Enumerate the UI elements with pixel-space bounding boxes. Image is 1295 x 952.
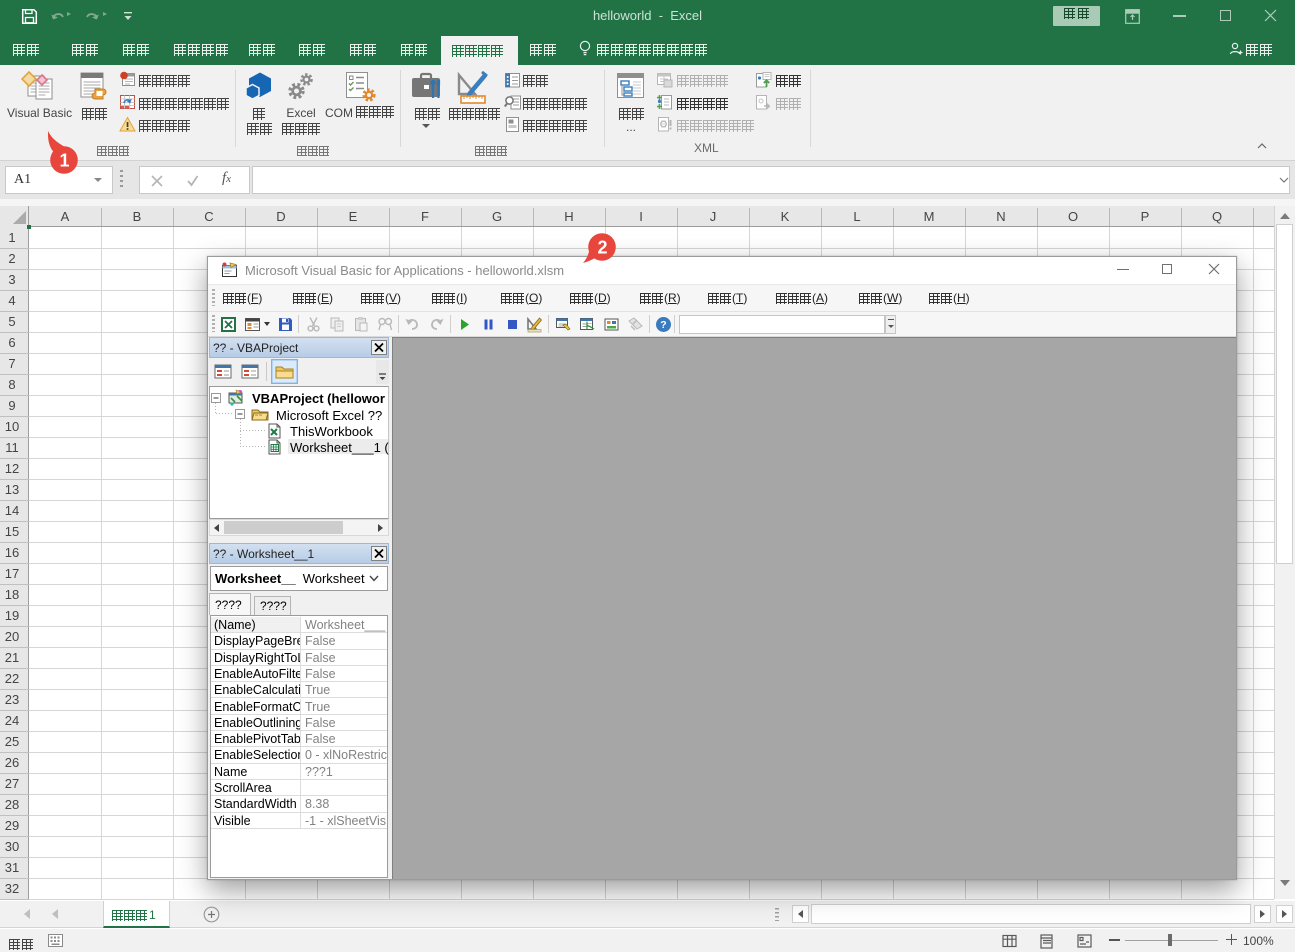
svg-text:2: 2 bbox=[597, 238, 607, 258]
svg-text:1: 1 bbox=[59, 151, 69, 171]
svg-text:?: ? bbox=[660, 319, 666, 331]
